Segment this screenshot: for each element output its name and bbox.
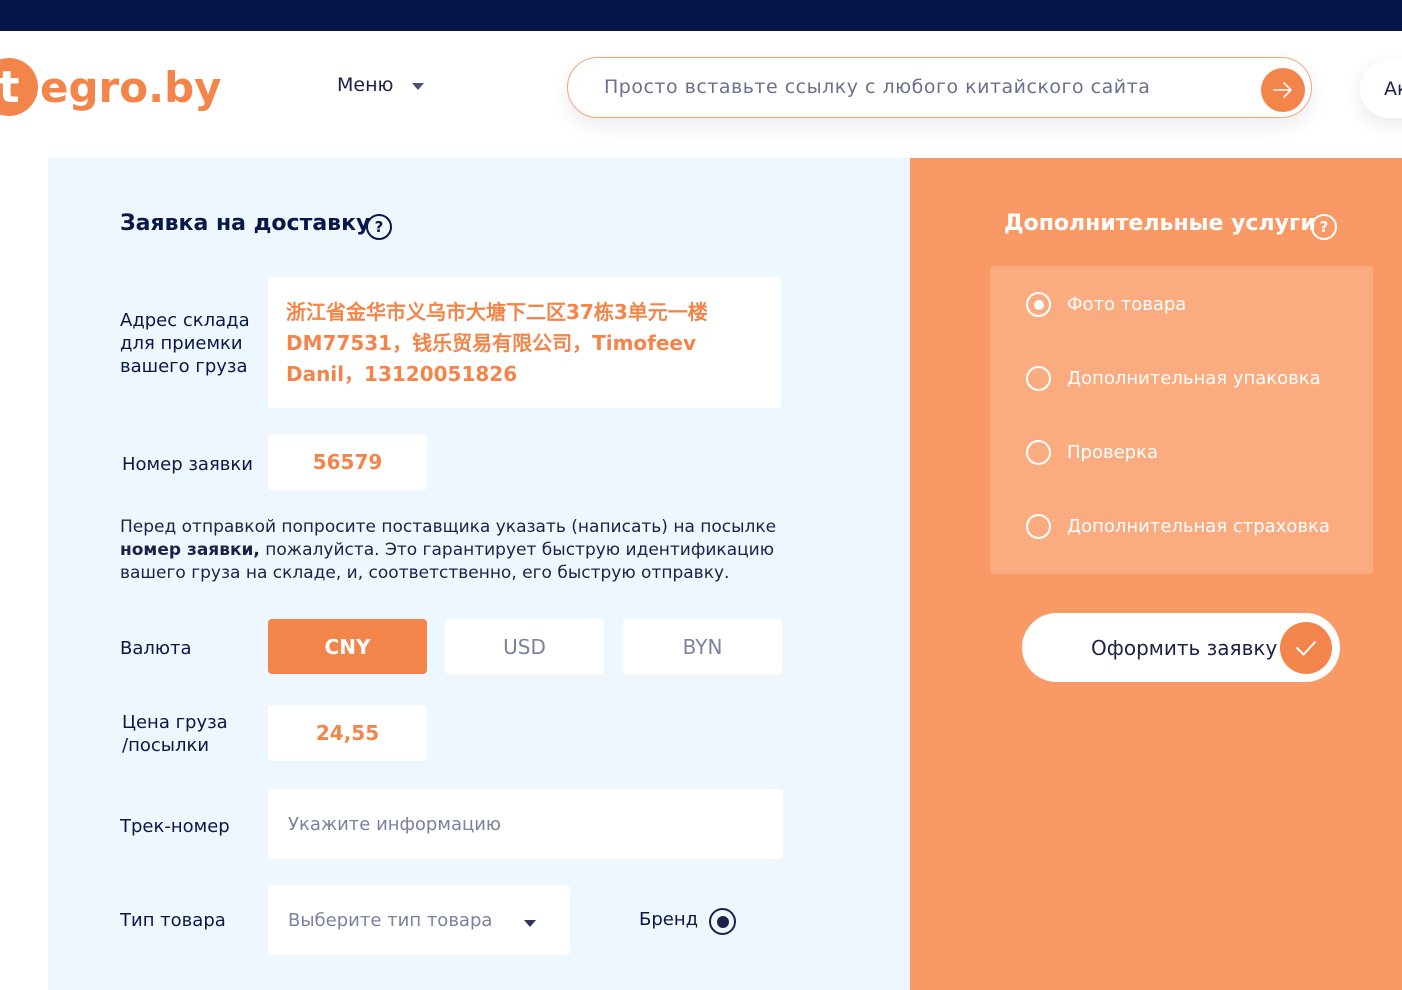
type-select[interactable]: Выберите тип товара (268, 885, 570, 955)
radio-unselected (1026, 514, 1051, 539)
currency-label: Валюта (120, 638, 192, 659)
service-option-label: Фото товара (1067, 294, 1187, 315)
radio-unselected (1026, 440, 1051, 465)
service-option-label: Дополнительная страховка (1067, 516, 1330, 537)
submit-order-button[interactable]: Оформить заявку (1022, 613, 1340, 682)
account-button[interactable]: Ак (1360, 60, 1402, 118)
radio-dot (716, 915, 729, 928)
search-bar (567, 57, 1312, 118)
service-option-label: Дополнительная упаковка (1067, 368, 1321, 389)
currency-usd-button[interactable]: USD (445, 619, 604, 674)
check-icon (1280, 622, 1332, 674)
address-value: 浙江省金华市义乌市大塘下二区37栋3单元一楼DM77531，钱乐贸易有限公司，T… (268, 277, 781, 408)
top-bar (0, 0, 1402, 31)
brand-label: Бренд (639, 909, 699, 930)
chevron-down-icon (524, 920, 536, 927)
search-input[interactable] (604, 58, 1244, 116)
track-field (268, 789, 783, 859)
track-label: Трек-номер (120, 816, 230, 837)
search-submit-button[interactable] (1261, 68, 1305, 112)
service-option-label: Проверка (1067, 442, 1158, 463)
form-title: Заявка на доставку (120, 211, 371, 236)
arrow-right-icon (1273, 82, 1292, 98)
price-field[interactable]: 24,55 (268, 705, 427, 761)
submit-label: Оформить заявку (1091, 635, 1278, 660)
radio-unselected (1026, 366, 1051, 391)
menu-button[interactable]: Меню (337, 74, 424, 96)
instruction-note: Перед отправкой попросите поставщика ука… (120, 516, 810, 585)
question-circle-icon[interactable]: ? (1311, 214, 1337, 240)
type-select-placeholder: Выберите тип товара (288, 909, 493, 931)
address-label: Адрес склада для приемки вашего груза (120, 310, 250, 377)
services-title: Дополнительные услуги (1004, 211, 1316, 236)
currency-cny-button[interactable]: CNY (268, 619, 427, 674)
chevron-down-icon (411, 83, 424, 90)
radio-dot (1033, 299, 1044, 310)
type-label: Тип товара (120, 910, 226, 931)
service-option-inspection[interactable]: Проверка (1026, 440, 1158, 465)
note-text-bold: номер заявки, (120, 540, 260, 560)
logo-mark: t (0, 58, 38, 116)
logo-text: egro.by (40, 62, 222, 112)
radio-selected (1026, 292, 1051, 317)
currency-byn-button[interactable]: BYN (623, 619, 782, 674)
price-label: Цена груза /посылки (122, 712, 228, 756)
order-label: Номер заявки (122, 454, 253, 475)
track-input[interactable] (268, 789, 783, 859)
menu-label: Меню (337, 74, 394, 96)
service-option-packaging[interactable]: Дополнительная упаковка (1026, 366, 1321, 391)
logo[interactable]: t egro.by (0, 52, 222, 122)
service-option-insurance[interactable]: Дополнительная страховка (1026, 514, 1330, 539)
brand-radio[interactable] (709, 908, 736, 935)
order-number: 56579 (268, 434, 427, 490)
question-circle-icon[interactable]: ? (366, 214, 392, 240)
service-option-photo[interactable]: Фото товара (1026, 292, 1186, 317)
note-text-1: Перед отправкой попросите поставщика ука… (120, 517, 777, 537)
